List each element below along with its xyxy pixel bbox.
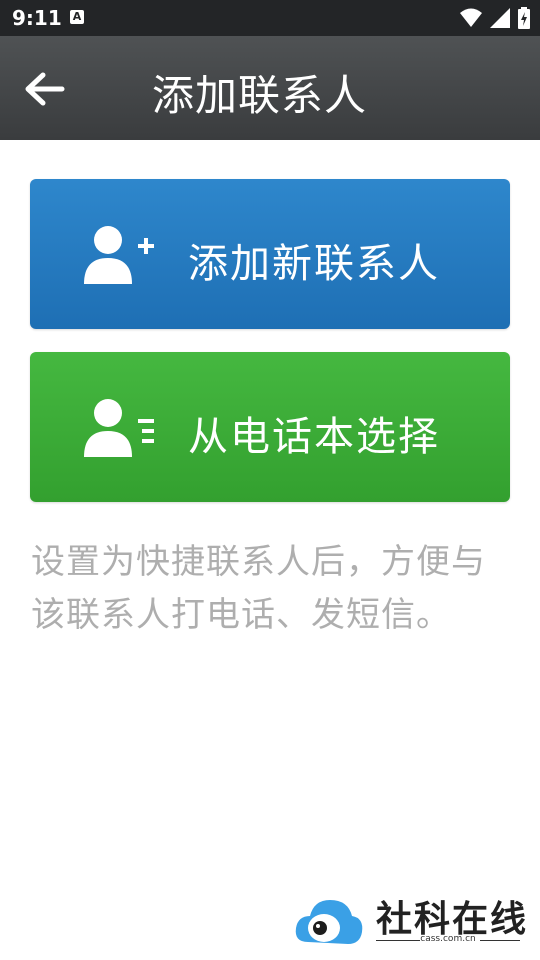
status-icons [460,7,530,29]
signal-icon [490,8,510,28]
add-new-contact-label: 添加新联系人 [188,241,440,287]
watermark-url: cass.com.cn [420,934,476,944]
back-arrow-icon[interactable] [22,66,68,112]
wifi-icon [460,8,482,27]
watermark-logo: 社科在线 cass.com.cn [294,888,534,954]
status-time: 9:11 [12,6,62,30]
cloud-logo-icon [295,900,363,944]
watermark-line-right [480,940,520,941]
app-bar: 添加联系人 [0,36,540,140]
battery-charging-icon [518,7,530,29]
person-list-icon [84,399,154,457]
add-new-contact-button[interactable]: 添加新联系人 [30,179,510,329]
page-title: 添加联系人 [152,71,368,120]
hint-text: 设置为快捷联系人后，方便与该联系人打电话、发短信。 [31,542,486,635]
person-add-icon [84,226,154,284]
notification-icon: A [70,10,84,24]
status-bar: 9:11 A [0,0,540,36]
choose-from-phonebook-button[interactable]: 从电话本选择 [30,352,510,502]
choose-from-phonebook-label: 从电话本选择 [188,414,440,460]
